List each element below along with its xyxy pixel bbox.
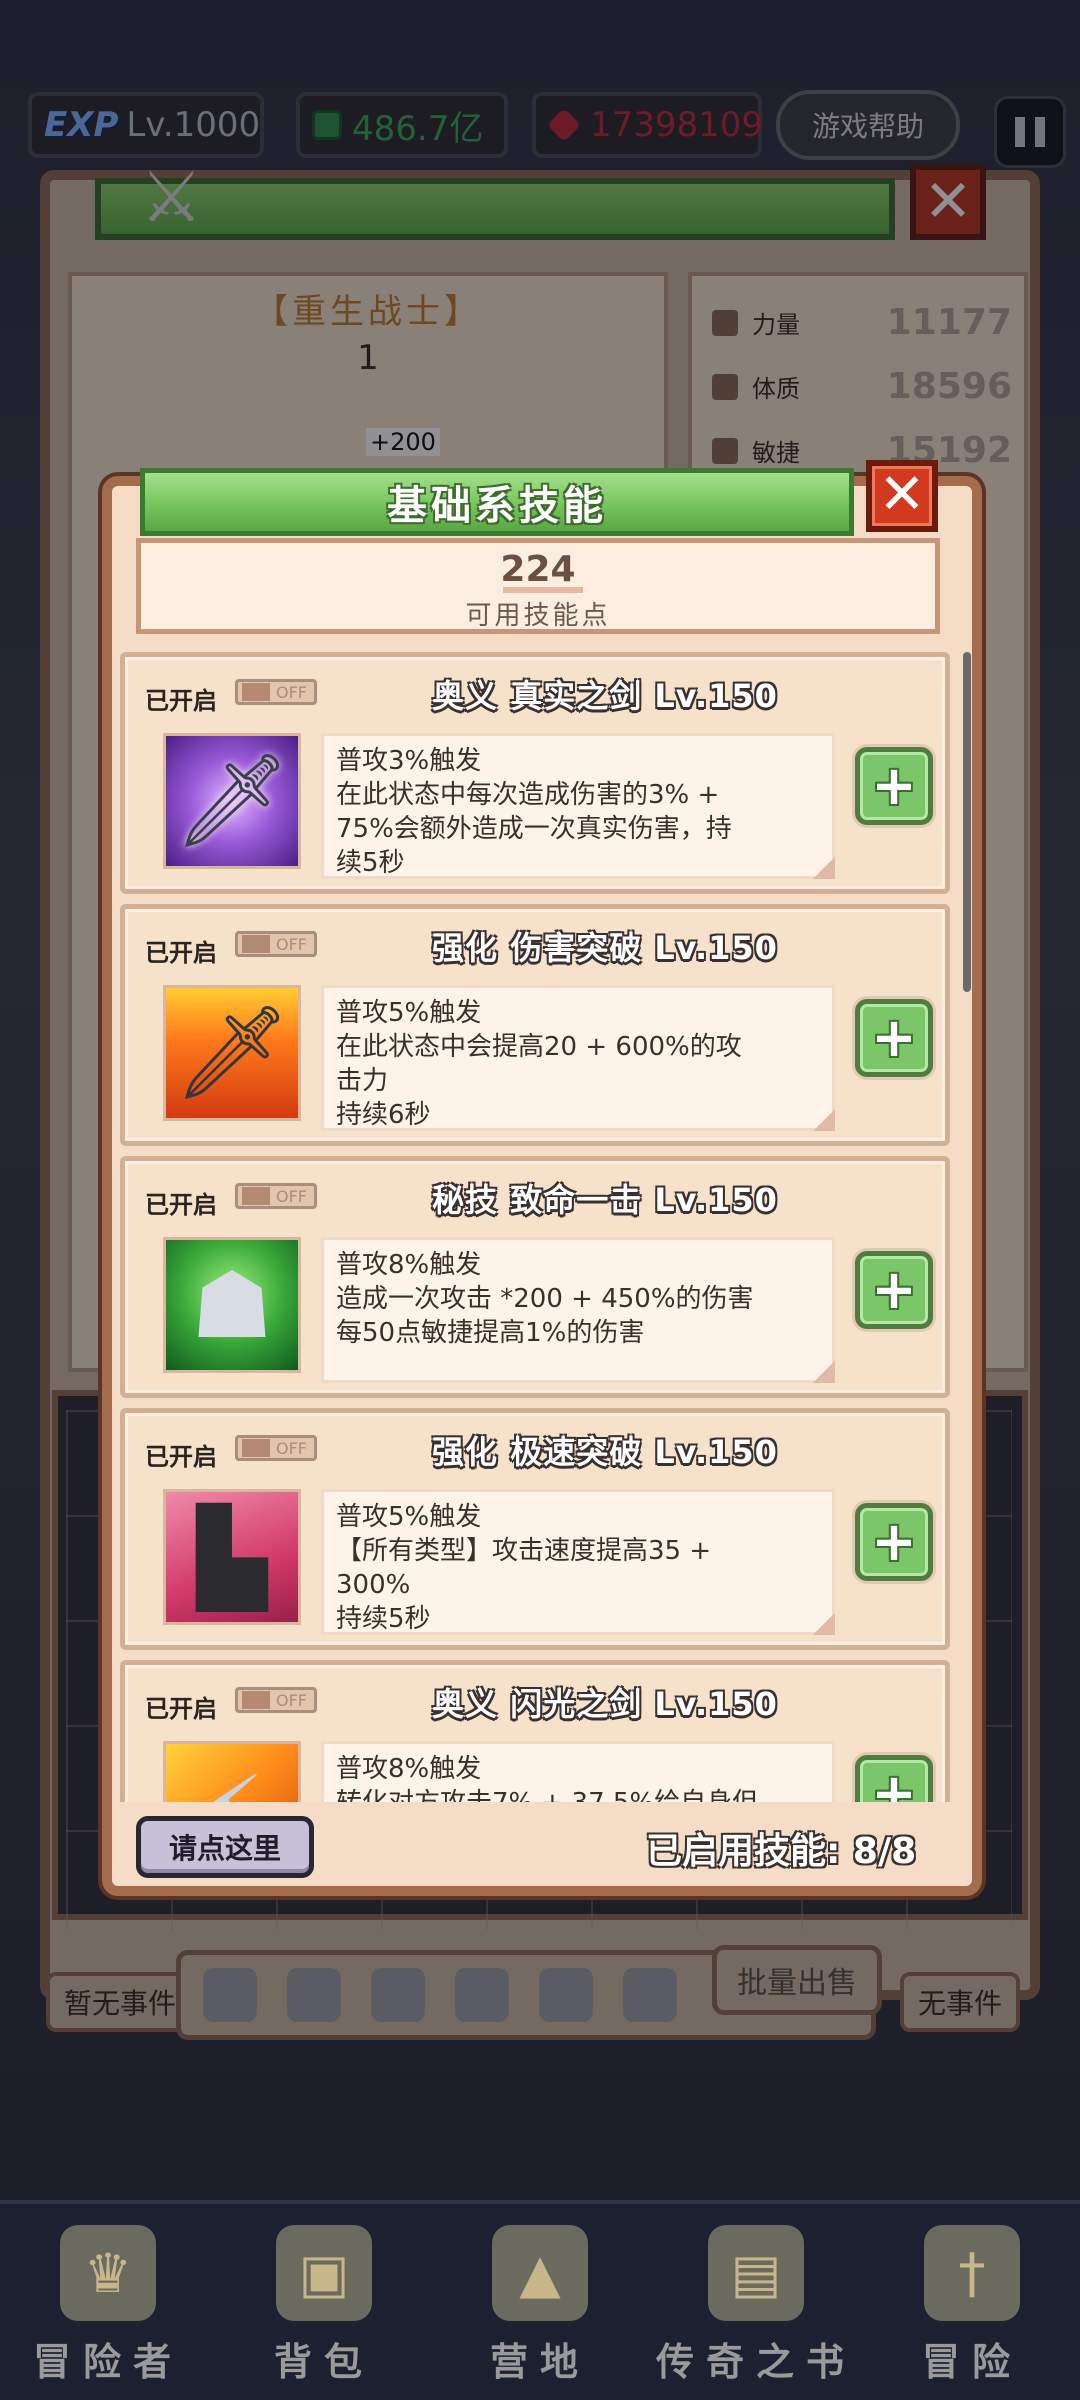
skill-desc-line: 击力 [336,1066,389,1096]
boot-icon: ▙ [163,1489,301,1625]
skill-desc-line: 造成一次攻击 *200 + 450%的伤害 [336,1284,754,1314]
nav-camp[interactable]: ▲ 营地 [432,2204,648,2400]
skill-list-scrollbar[interactable] [963,652,971,992]
assassin-icon: ☗ [163,1237,301,1373]
skill-description: 普攻5%触发 在此状态中会提高20 + 600%的攻 击力 持续6秒 [321,985,835,1131]
toggle-knob [242,1691,270,1709]
skill-name: 奥义 真实之剑 Lv.150 [432,677,778,715]
skill-card: 已开启 OFF 奥义 闪光之剑 Lv.150 ⚡ 普攻8%触发 转化对方攻击7%… [120,1660,950,1802]
skill-desc-line: 普攻8%触发 [336,1754,482,1784]
nav-label: 冒险者 [32,2340,183,2384]
flash-sword-icon: ⚡ [163,1741,301,1802]
skill-desc-line: 续5秒 [336,848,405,878]
nav-label: 冒险 [921,2340,1022,2384]
skill-toggle[interactable]: OFF [235,1687,317,1713]
nav-legend-book[interactable]: ▤ 传奇之书 [648,2204,864,2400]
skill-modal-title-bar: 基础系技能 [140,468,854,536]
nav-adventurer[interactable]: ♛ 冒险者 [0,2204,216,2400]
skill-modal-close-button[interactable]: ✕ [866,460,938,532]
skill-toggle[interactable]: OFF [235,679,317,705]
skill-name: 强化 极速突破 Lv.150 [432,1433,778,1471]
skill-desc-line: 普攻3%触发 [336,746,482,776]
plus-icon: + [871,754,917,817]
sword-icon: 🗡 [163,733,301,869]
skill-desc-line: 在此状态中每次造成伤害的3% + [336,780,720,810]
skill-list[interactable]: 已开启 OFF 奥义 真实之剑 Lv.150 🗡 普攻3%触发 在此状态中每次造… [120,652,958,1802]
nav-label: 传奇之书 [655,2340,856,2384]
plus-icon: + [871,1006,917,1069]
nav-label: 营地 [489,2340,590,2384]
plus-icon: + [871,1258,917,1321]
toggle-knob [242,1187,270,1205]
toggle-label: OFF [276,934,307,954]
skill-desc-line: 在此状态中会提高20 + 600%的攻 [336,1032,742,1062]
skill-desc-line: 普攻8%触发 [336,1250,482,1280]
toggle-label: OFF [276,1690,307,1710]
skill-name: 秘技 致命一击 Lv.150 [432,1181,778,1219]
skill-points-bar [503,587,583,593]
skill-upgrade-button[interactable]: + [855,1503,933,1581]
skill-name: 强化 伤害突破 Lv.150 [432,929,778,967]
book-icon: ▤ [708,2225,804,2321]
skill-desc-line: 75%会额外造成一次真实伤害，持 [336,814,732,844]
skill-status: 已开启 [145,1443,217,1471]
skill-toggle[interactable]: OFF [235,1435,317,1461]
skill-desc-line: 普攻5%触发 [336,998,482,1028]
skill-points-label: 可用技能点 [465,601,611,631]
crown-icon: ♛ [60,2225,156,2321]
toggle-label: OFF [276,1186,307,1206]
skill-desc-line: 普攻5%触发 [336,1502,482,1532]
skill-points-value: 224 [500,549,576,590]
plus-icon: + [871,1762,917,1803]
nav-adventure[interactable]: † 冒险 [864,2204,1080,2400]
bag-icon: ▣ [276,2225,372,2321]
skill-desc-line: 【所有类型】攻击速度提高35 + [336,1536,712,1566]
skill-upgrade-button[interactable]: + [855,1251,933,1329]
skill-upgrade-button[interactable]: + [855,1755,933,1802]
skill-points-box: 224 可用技能点 [136,538,940,634]
skill-status: 已开启 [145,939,217,967]
enabled-skills-count: 已启用技能: 8/8 [646,1831,917,1872]
bottom-navigation: ♛ 冒险者 ▣ 背包 ▲ 营地 ▤ 传奇之书 † 冒险 [0,2200,1080,2400]
skill-card: 已开启 OFF 秘技 致命一击 Lv.150 ☗ 普攻8%触发 造成一次攻击 *… [120,1156,950,1398]
skill-desc-line: 持续5秒 [336,1604,431,1634]
skill-description: 普攻5%触发 【所有类型】攻击速度提高35 + 300% 持续5秒 [321,1489,835,1635]
skill-name: 奥义 闪光之剑 Lv.150 [432,1685,778,1723]
skill-description: 普攻8%触发 造成一次攻击 *200 + 450%的伤害 每50点敏捷提高1%的… [321,1237,835,1383]
plus-icon: + [871,1510,917,1573]
skill-status: 已开启 [145,1695,217,1723]
skill-toggle[interactable]: OFF [235,1183,317,1209]
skill-card: 已开启 OFF 强化 极速突破 Lv.150 ▙ 普攻5%触发 【所有类型】攻击… [120,1408,950,1650]
skill-card: 已开启 OFF 奥义 真实之剑 Lv.150 🗡 普攻3%触发 在此状态中每次造… [120,652,950,894]
nav-backpack[interactable]: ▣ 背包 [216,2204,432,2400]
skill-upgrade-button[interactable]: + [855,747,933,825]
skill-modal-title: 基础系技能 [387,483,607,529]
nav-label: 背包 [273,2340,374,2384]
skill-card: 已开启 OFF 强化 伤害突破 Lv.150 🗡 普攻5%触发 在此状态中会提高… [120,904,950,1146]
toggle-label: OFF [276,1438,307,1458]
click-here-button[interactable]: 请点这里 [136,1816,314,1878]
skill-desc-line: 持续6秒 [336,1100,431,1130]
skill-status: 已开启 [145,687,217,715]
skill-toggle[interactable]: OFF [235,931,317,957]
toggle-knob [242,935,270,953]
skill-desc-line: 300% [336,1570,411,1600]
skill-description: 普攻8%触发 转化对方攻击7% + 37.5%给自身但 [321,1741,835,1802]
flaming-sword-icon: 🗡 [163,985,301,1121]
skill-desc-line: 转化对方攻击7% + 37.5%给自身但 [336,1786,820,1802]
adventure-sword-icon: † [924,2225,1020,2321]
toggle-label: OFF [276,682,307,702]
skill-status: 已开启 [145,1191,217,1219]
skill-upgrade-button[interactable]: + [855,999,933,1077]
toggle-knob [242,683,270,701]
skill-desc-line: 每50点敏捷提高1%的伤害 [336,1318,645,1348]
skill-description: 普攻3%触发 在此状态中每次造成伤害的3% + 75%会额外造成一次真实伤害，持… [321,733,835,879]
toggle-knob [242,1439,270,1457]
camp-icon: ▲ [492,2225,588,2321]
